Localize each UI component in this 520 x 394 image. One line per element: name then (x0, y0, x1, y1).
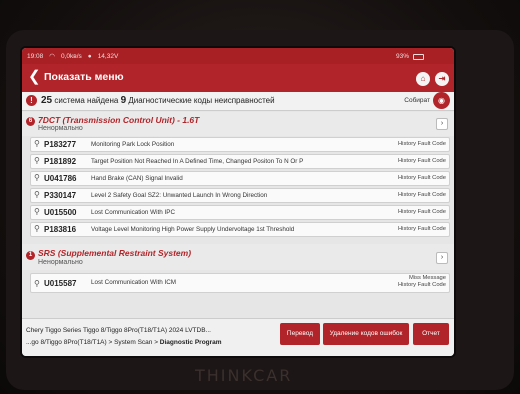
search-icon[interactable]: ⚲ (34, 224, 40, 233)
system-index-badge: 6 (26, 117, 35, 126)
systems-text: система найдена (54, 96, 119, 105)
chevron-left-icon[interactable]: ❮ (28, 69, 41, 85)
home-icon[interactable]: ⌂ (416, 72, 430, 86)
fault-status: History Fault Code (397, 158, 446, 164)
breadcrumb-current: Diagnostic Program (159, 339, 222, 346)
fault-status-line2: History Fault Code (397, 282, 446, 288)
collect-button[interactable]: Собират (404, 97, 430, 104)
codes-text: Диагностические коды неисправностей (128, 96, 275, 105)
device-brand-logo: THINKCAR (195, 366, 293, 385)
fault-status-line1: Miss Message (408, 275, 446, 281)
breadcrumb: ...go 8/Tiggo 8Pro(T18/T1A) > System Sca… (26, 339, 222, 346)
system-name: 7DCT (Transmission Control Unit) - 1.6T (38, 115, 200, 125)
fault-code: U015500 (44, 208, 77, 217)
vehicle-info: Chery Tiggo Series Tiggo 8/Tiggo 8Pro(T1… (26, 327, 211, 334)
fault-status: Miss Message History Fault Code (398, 275, 446, 289)
fault-code: P183277 (44, 140, 77, 149)
alert-icon: ! (26, 95, 37, 106)
app-header: ❮ Показать меню ⌂ ⇥ (22, 64, 454, 92)
fault-row[interactable]: ⚲ U041786 Hand Brake (CAN) Signal Invali… (30, 171, 450, 186)
system-header-tcu[interactable]: 6 7DCT (Transmission Control Unit) - 1.6… (22, 112, 454, 136)
system-name: SRS (Supplemental Restraint System) (38, 248, 192, 258)
data-speed: 0,0kв/s (60, 52, 82, 60)
chevron-right-icon[interactable]: › (436, 118, 448, 130)
search-icon[interactable]: ⚲ (34, 190, 40, 199)
fault-row[interactable]: ⚲ P181892 Target Position Not Reached In… (30, 154, 450, 169)
fault-row[interactable]: ⚲ U015587 Lost Communication With ICM Mi… (30, 273, 450, 293)
status-bar: 19:08 ◠ 0,0kв/s ● 14,32V 93% (22, 48, 454, 64)
fault-code: P181892 (44, 157, 77, 166)
fault-code: U041786 (44, 174, 77, 183)
search-icon[interactable]: ⚲ (34, 173, 40, 182)
fault-description: Voltage Level Monitoring High Power Supp… (91, 225, 295, 233)
fault-description: Target Position Not Reached In A Defined… (91, 157, 304, 165)
fault-status: History Fault Code (397, 226, 446, 232)
fault-description: Monitoring Park Lock Position (91, 140, 175, 148)
fault-code: P183816 (44, 225, 77, 234)
fault-status: History Fault Code (397, 192, 446, 198)
fault-status: History Fault Code (397, 141, 446, 147)
camera-icon[interactable]: ◉ (433, 92, 450, 109)
fault-status: History Fault Code (397, 175, 446, 181)
search-icon[interactable]: ⚲ (34, 279, 40, 288)
screen-glare (52, 348, 172, 356)
search-icon[interactable]: ⚲ (34, 139, 40, 148)
clock: 19:08 (27, 52, 44, 60)
report-button[interactable]: Отчет (413, 323, 449, 345)
fault-description: Lost Communication With ICM (91, 278, 177, 286)
search-icon[interactable]: ⚲ (34, 156, 40, 165)
translate-button[interactable]: Перевод (280, 323, 320, 345)
fault-description: Level 2 Safety Goal SZ2: Unwanted Launch… (91, 191, 268, 199)
fault-row[interactable]: ⚲ P183277 Monitoring Park Lock Position … (30, 137, 450, 152)
systems-count: 25 (41, 95, 53, 106)
system-state: Ненормально (38, 259, 83, 266)
wifi-icon: ◠ (49, 53, 55, 60)
fault-row[interactable]: ⚲ P330147 Level 2 Safety Goal SZ2: Unwan… (30, 188, 450, 203)
breadcrumb-path: ...go 8/Tiggo 8Pro(T18/T1A) > System Sca… (26, 339, 160, 346)
system-index-badge: 1 (26, 251, 35, 260)
fault-row[interactable]: ⚲ U015500 Lost Communication With IPC Hi… (30, 205, 450, 220)
battery-icon (413, 53, 424, 60)
scan-summary: ! 25 система найдена 9 Диагностические к… (22, 92, 454, 111)
fault-description: Hand Brake (CAN) Signal Invalid (91, 174, 183, 182)
chevron-right-icon[interactable]: › (436, 252, 448, 264)
voltage: 14,32V (97, 52, 119, 60)
exit-icon[interactable]: ⇥ (435, 72, 449, 86)
fault-code: P330147 (44, 191, 77, 200)
system-state: Ненормально (38, 125, 83, 132)
page-title: Показать меню (44, 71, 124, 83)
codes-count: 9 (120, 95, 127, 106)
battery-percent: 93% (395, 53, 409, 60)
device-screen: 19:08 ◠ 0,0kв/s ● 14,32V 93% ❮ Показать … (22, 48, 454, 356)
clear-codes-button[interactable]: Удаление кодов ошибок (323, 323, 409, 345)
fault-description: Lost Communication With IPC (91, 208, 175, 216)
search-icon[interactable]: ⚲ (34, 207, 40, 216)
fault-status: History Fault Code (397, 209, 446, 215)
fault-code: U015587 (44, 278, 77, 288)
fault-row[interactable]: ⚲ P183816 Voltage Level Monitoring High … (30, 222, 450, 237)
system-header-srs[interactable]: 1 SRS (Supplemental Restraint System) Не… (22, 244, 454, 270)
car-icon: ● (87, 52, 92, 60)
